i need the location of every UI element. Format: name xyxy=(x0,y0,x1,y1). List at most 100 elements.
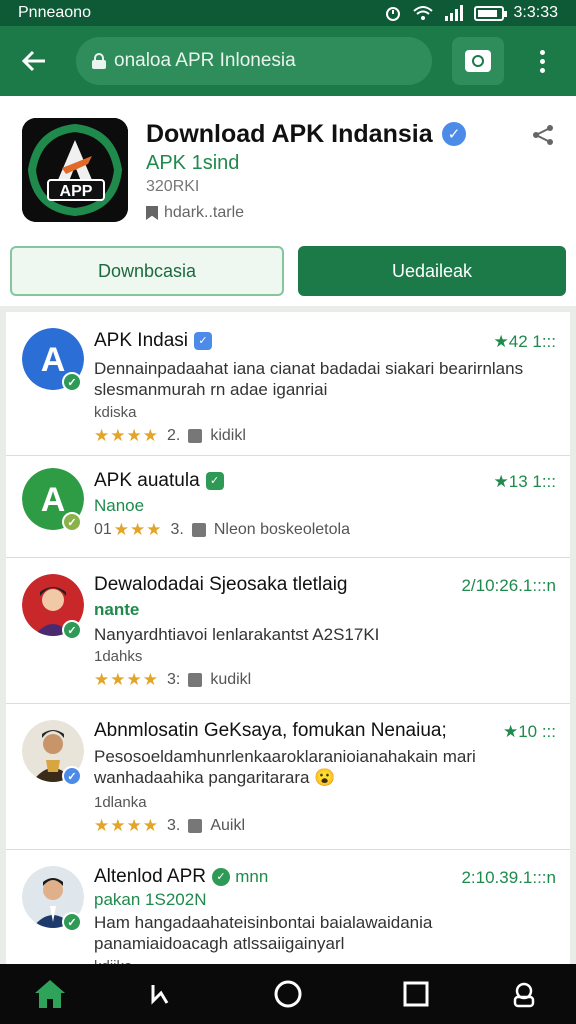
review-item[interactable]: ✓ Dewalodadai Sjeosaka tletlaig 2/10:26.… xyxy=(6,558,570,704)
review-author: Altenlod APR ✓ mnn xyxy=(94,866,269,887)
review-meta: ★10 ::: xyxy=(502,722,556,741)
review-text-extra: kdiska xyxy=(94,404,137,421)
review-footer: ★★★★ 2. kidikl xyxy=(94,426,246,446)
verified-icon: ✓ xyxy=(194,331,212,350)
share-icon[interactable] xyxy=(530,122,556,148)
review-list: A ✓ APK Indasi ✓ ★42 1::: Dennainpadaahat… xyxy=(6,312,570,964)
helpful-label[interactable]: Nleon boskeoletola xyxy=(214,521,350,539)
circle-icon xyxy=(274,980,302,1008)
review-text: Ham hangadaahateisinbontai baialawaidani… xyxy=(94,913,433,953)
review-subtitle: nante xyxy=(94,600,140,619)
helpful-icon[interactable] xyxy=(188,429,203,443)
nav-home-circle[interactable] xyxy=(268,974,308,1014)
verified-badge-icon: ✓ xyxy=(62,372,82,392)
review-meta: 2/10:26.1:::n xyxy=(461,576,556,595)
camera-icon xyxy=(465,50,491,72)
back-nav-icon xyxy=(151,985,169,1005)
back-arrow-icon xyxy=(21,50,45,72)
toolbar: onaloa APR Inlonesia xyxy=(0,26,576,96)
helpful-label[interactable]: kudikl xyxy=(210,671,251,689)
home-icon xyxy=(35,980,65,1008)
lock-icon xyxy=(92,53,106,69)
rating-value: 3. xyxy=(166,817,181,834)
carrier-label: Pnneaono xyxy=(18,4,91,21)
review-subtitle: Nanoe xyxy=(94,496,145,515)
review-footer: 01 ★★★ 3. Nleon boskeoletola xyxy=(94,520,350,540)
review-item[interactable]: A ✓ APK Indasi ✓ ★42 1::: Dennainpadaahat… xyxy=(6,312,570,456)
review-author: APK auatula ✓ xyxy=(94,470,224,492)
helpful-label[interactable]: kidikl xyxy=(210,427,246,445)
rating-value: 2. xyxy=(166,427,181,444)
secondary-download-button[interactable]: Downbcasia xyxy=(10,246,284,296)
app-developer[interactable]: APK 1sind xyxy=(146,152,239,175)
app-size: 320RKI xyxy=(146,178,200,195)
app-icon-label: APP xyxy=(60,183,93,200)
review-author: Abnmlosatin GeKsaya, fomukan Nenaiua; xyxy=(94,720,447,741)
app-tag-text: hdark..tarle xyxy=(164,204,245,221)
more-vert-icon xyxy=(539,49,545,55)
review-text: Pesosoeldamhunrlenkaaroklaranioianahakai… xyxy=(94,747,476,787)
nav-profile[interactable] xyxy=(504,974,544,1014)
app-header: APP Download APK Indansia ✓ APK 1sind 32… xyxy=(0,96,576,306)
verified-badge-icon: ✓ xyxy=(62,620,82,640)
review-subtitle: pakan 1S202N xyxy=(94,890,207,909)
helpful-icon[interactable] xyxy=(188,819,203,833)
app-tag: hdark..tarle xyxy=(146,204,244,222)
verified-icon: ✓ xyxy=(211,867,230,886)
nav-back[interactable] xyxy=(140,974,180,1014)
status-icons: 3:3:33 xyxy=(384,4,558,22)
review-text: Nanyardhtiavoi lenlarakantst A2S17KI xyxy=(94,625,380,644)
review-footer: ★★★★ 3: kudikl xyxy=(94,670,251,690)
rating-stars: ★★★★ xyxy=(94,670,159,689)
verified-badge-icon: ✓ xyxy=(62,512,82,532)
review-meta: ★42 1::: xyxy=(493,332,557,351)
review-text: Dennainpadaahat iana cianat badadai siak… xyxy=(94,359,524,399)
bookmark-icon xyxy=(146,206,158,220)
review-text-extra: 1dahks xyxy=(94,648,143,665)
nav-recents[interactable] xyxy=(396,974,436,1014)
app-icon[interactable]: APP xyxy=(22,118,128,222)
url-bar[interactable]: onaloa APR Inlonesia xyxy=(76,37,432,85)
back-button[interactable] xyxy=(12,39,56,83)
url-text: onaloa APR Inlonesia xyxy=(114,50,296,71)
helpful-icon[interactable] xyxy=(188,673,203,687)
signal-icon xyxy=(444,5,463,21)
app-title: Download APK Indansia xyxy=(146,120,433,148)
review-author: APK Indasi ✓ xyxy=(94,330,212,352)
nav-home[interactable] xyxy=(30,974,70,1014)
review-author: Dewalodadai Sjeosaka tletlaig xyxy=(94,574,348,595)
svg-text:A: A xyxy=(41,341,66,379)
verified-badge-icon: ✓ xyxy=(62,912,82,932)
review-item[interactable]: A ✓ APK auatula ✓ ★13 1::: Nanoe 01 ★★★ 3… xyxy=(6,456,570,558)
rating-value: 3: xyxy=(166,671,181,688)
review-footer: ★★★★ 3. Auikl xyxy=(94,816,245,836)
review-text-extra: 1dlanka xyxy=(94,794,147,811)
helpful-label[interactable]: Auikl xyxy=(210,817,245,835)
review-item[interactable]: ✓ Altenlod APR ✓ mnn 2:10.39.1:::n pakan … xyxy=(6,850,570,964)
verified-icon: ✓ xyxy=(205,471,224,490)
profile-icon xyxy=(513,982,535,1008)
camera-button[interactable] xyxy=(452,37,504,85)
alarm-icon xyxy=(385,7,400,21)
more-options-button[interactable] xyxy=(526,45,558,77)
helpful-icon[interactable] xyxy=(191,523,206,537)
svg-text:A: A xyxy=(41,481,66,519)
review-item[interactable]: ✓ Abnmlosatin GeKsaya, fomukan Nenaiua; … xyxy=(6,704,570,850)
rating-value: 3. xyxy=(170,521,184,538)
wifi-icon xyxy=(412,6,433,20)
status-bar: Pnneaono 3:3:33 xyxy=(0,0,576,26)
clock: 3:3:33 xyxy=(513,4,558,21)
verified-icon: ✓ xyxy=(442,122,466,146)
review-prefix: 01 xyxy=(94,521,112,538)
bottom-nav xyxy=(0,964,576,1024)
rating-stars: ★★★★ xyxy=(94,426,159,445)
rating-stars: ★★★ xyxy=(113,520,163,539)
battery-icon xyxy=(473,5,507,21)
rating-stars: ★★★★ xyxy=(94,816,159,835)
verified-badge-icon: ✓ xyxy=(62,766,82,786)
primary-download-button[interactable]: Uedaileak xyxy=(298,246,566,296)
review-text-extra: kdiika xyxy=(94,956,554,964)
review-meta: 2:10.39.1:::n xyxy=(461,868,556,887)
review-meta: ★13 1::: xyxy=(493,472,557,491)
square-icon xyxy=(403,981,429,1007)
